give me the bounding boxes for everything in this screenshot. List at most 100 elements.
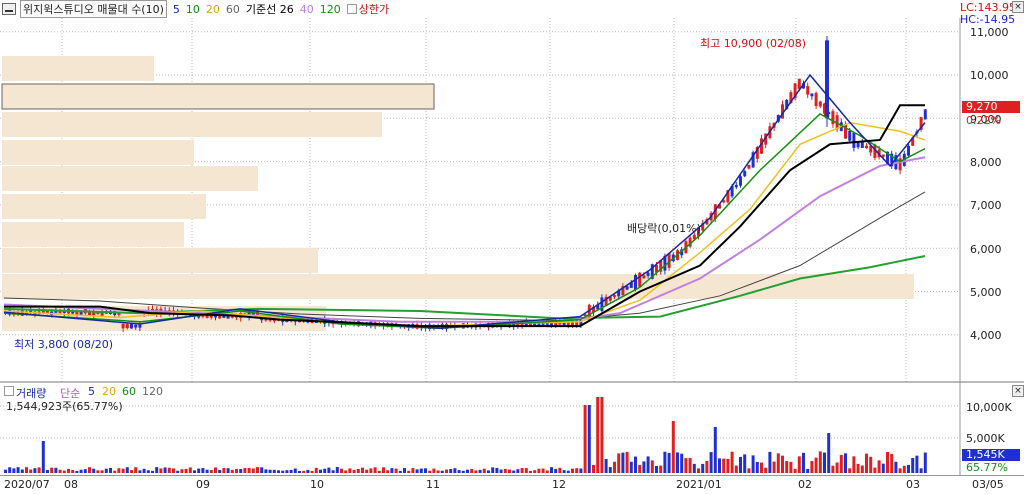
volume-bar xyxy=(524,468,528,473)
volume-bar xyxy=(881,463,885,473)
volume-bar xyxy=(915,455,919,473)
volume-bar xyxy=(348,468,352,473)
volume-bar xyxy=(167,467,171,473)
volume-bar xyxy=(457,470,461,473)
ma10-legend[interactable]: 10 xyxy=(186,3,200,16)
volume-bar xyxy=(797,456,801,473)
volume-bar xyxy=(722,458,726,473)
volume-bar xyxy=(247,467,251,473)
volume-bar xyxy=(713,427,717,473)
volume-profile-bar xyxy=(2,222,184,247)
volume-bar xyxy=(516,469,520,473)
volume-bar xyxy=(218,470,222,473)
volume-bar xyxy=(919,468,923,473)
volume-bar xyxy=(638,464,642,473)
volume-toggle-icon[interactable] xyxy=(4,386,14,396)
volume-bar xyxy=(449,469,453,473)
volume-bar xyxy=(886,451,889,473)
limit-up-legend[interactable]: 상한가 xyxy=(359,1,389,17)
candle-body xyxy=(739,176,742,186)
volume-bar xyxy=(697,468,700,473)
candle-body xyxy=(646,272,650,276)
volume-bar xyxy=(41,441,45,473)
volume-bar xyxy=(243,468,247,473)
volume-profile-bar xyxy=(2,194,206,219)
volume-bar xyxy=(776,453,780,473)
volume-bar xyxy=(251,468,255,473)
ma20-legend[interactable]: 20 xyxy=(206,3,220,16)
volume-bar xyxy=(54,467,58,473)
candle-body xyxy=(814,92,818,107)
volume-profile-bar xyxy=(2,166,258,191)
close-icon[interactable]: × xyxy=(1012,1,1024,13)
volume-bar xyxy=(621,452,625,473)
volume-bar xyxy=(760,462,763,473)
volume-bar xyxy=(730,451,734,473)
volume-bar xyxy=(272,469,276,473)
ma60-legend[interactable]: 60 xyxy=(226,3,240,16)
candle-body xyxy=(638,272,642,287)
volume-bar xyxy=(646,456,650,473)
limit-up-checkbox-icon[interactable] xyxy=(346,4,357,14)
volume-bar xyxy=(487,470,490,473)
price-chart[interactable] xyxy=(0,18,1024,383)
volume-bar xyxy=(445,469,448,473)
volume-bar xyxy=(197,468,201,473)
volume-current-value: 1,544,923주(65.77%) xyxy=(6,400,123,413)
volume-bar xyxy=(709,452,713,473)
candle-body xyxy=(848,130,852,141)
volume-bar xyxy=(8,467,12,473)
volume-bar xyxy=(806,468,810,473)
volume-bar xyxy=(335,467,339,473)
volume-bar xyxy=(579,468,583,473)
volume-bar xyxy=(592,464,595,473)
stock-title[interactable]: 위지윅스튜디오 매물대 수(10) xyxy=(20,0,167,18)
volume-bar xyxy=(856,463,860,473)
volume-bar xyxy=(461,470,465,473)
volume-bar xyxy=(583,405,587,473)
minimize-icon[interactable] xyxy=(2,3,16,15)
price-tick: 6,000 xyxy=(970,243,1002,256)
volume-bar xyxy=(151,470,154,473)
volume-bar xyxy=(277,470,280,473)
volume-bar xyxy=(600,397,604,473)
ma5-legend[interactable]: 5 xyxy=(173,3,180,16)
volume-bar xyxy=(814,457,818,473)
candle-body xyxy=(856,142,860,148)
volume-bar xyxy=(869,456,873,473)
volume-profile-bar xyxy=(2,248,318,273)
ma120-legend[interactable]: 120 xyxy=(320,3,341,16)
kijun-legend[interactable]: 기준선 26 xyxy=(246,1,294,17)
chart-header: 위지윅스튜디오 매물대 수(10) 5 10 20 60 기준선 26 40 1… xyxy=(0,0,960,18)
volume-bar xyxy=(373,467,377,473)
volume-bar xyxy=(575,468,579,473)
volume-bar xyxy=(260,467,264,473)
volume-bar xyxy=(155,467,159,473)
volume-bar xyxy=(802,452,805,473)
volume-bar xyxy=(772,461,776,473)
volume-bar xyxy=(331,470,335,473)
volume-bar xyxy=(365,469,369,473)
volume-bar xyxy=(768,451,772,473)
volume-bar xyxy=(188,467,192,473)
ma40-legend[interactable]: 40 xyxy=(300,3,314,16)
volume-bar xyxy=(205,469,209,473)
volume-bar xyxy=(33,468,37,473)
volume-bar xyxy=(289,469,293,473)
volume-bar xyxy=(113,470,117,473)
date-tick: 10 xyxy=(310,478,324,491)
volume-bar xyxy=(831,465,835,473)
price-tick: 5,000 xyxy=(970,286,1002,299)
volume-bar xyxy=(180,469,184,473)
volume-bar xyxy=(911,457,915,473)
volume-bar xyxy=(844,453,847,473)
volume-bar xyxy=(310,470,314,473)
volume-close-icon[interactable]: × xyxy=(1012,385,1024,397)
volume-bar xyxy=(46,470,49,473)
volume-profile xyxy=(1,56,914,331)
volume-bar xyxy=(230,469,234,473)
date-tick: 08 xyxy=(64,478,78,491)
volume-bar xyxy=(755,461,759,473)
volume-bar xyxy=(323,468,327,473)
volume-bar xyxy=(193,470,196,473)
